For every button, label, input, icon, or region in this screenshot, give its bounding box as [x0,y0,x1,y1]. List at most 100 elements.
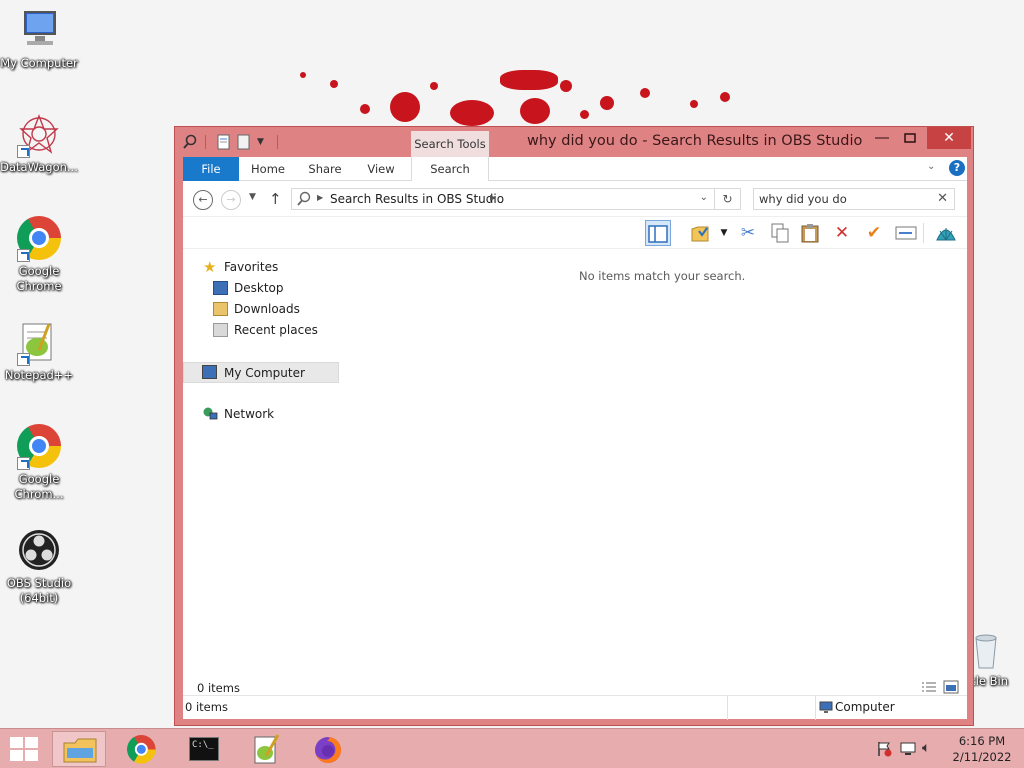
nav-item-network[interactable]: Network [183,404,339,425]
chrome-icon [17,424,61,470]
desktop-icon-label: Google Chrom... [14,472,64,501]
properties-icon[interactable] [217,134,231,150]
address-dropdown-chevron-icon[interactable]: ⌄ [700,192,708,203]
preview-pane-button[interactable] [645,220,671,246]
status-divider [815,696,816,720]
taskbar-chrome[interactable] [114,731,168,767]
taskbar-firefox[interactable] [300,731,354,767]
tab-view[interactable]: View [361,157,401,181]
select-options-icon[interactable] [687,220,713,246]
taskbar: C:\_ 🔈︎ 6:16 PM 2/11/2022 [0,728,1024,768]
window-title: why did you do - Search Results in OBS S… [527,133,863,149]
nav-label: Favorites [224,260,279,274]
delete-icon[interactable]: ✕ [829,220,855,246]
expand-ribbon-chevron-icon[interactable]: ⌄ [927,161,935,172]
obs-icon [17,528,61,572]
ribbon-tab-bar: File Home Share View Search ⌄ ? [183,157,967,181]
select-options-chevron-icon[interactable]: ▼ [711,220,737,246]
computer-icon [17,8,61,52]
quick-access-divider [205,135,206,149]
desktop-icon-label: Notepad++ [4,368,74,382]
network-tray-icon[interactable] [900,741,916,760]
desktop-icon-datawagon[interactable]: DataWagon... [0,112,78,175]
recent-locations-chevron-icon[interactable]: ▼ [249,192,256,202]
tab-file[interactable]: File [183,157,239,181]
nav-item-downloads[interactable]: Downloads [183,299,339,320]
nav-item-recent-places[interactable]: Recent places [183,320,339,341]
paste-icon[interactable] [797,220,823,246]
forward-button[interactable]: → [221,190,241,210]
back-button[interactable]: ← [193,190,213,210]
address-path: Search Results in OBS Studio [330,192,505,206]
nav-label: Desktop [234,281,284,295]
title-bar[interactable]: ▼ Search Tools why did you do - Search R… [175,127,973,157]
toolbar-divider [923,223,924,243]
clear-search-icon[interactable]: ✕ [937,191,948,206]
address-row: ← → ▼ ↑ ▶ Search Results in OBS Studio ▶… [183,181,967,217]
explorer-window: ▼ Search Tools why did you do - Search R… [174,126,974,726]
taskbar-file-explorer[interactable] [52,731,106,767]
search-results-icon [296,191,312,210]
empty-results-message: No items match your search. [579,269,746,283]
new-folder-icon[interactable] [237,134,251,150]
desktop-icon-notepad-plus-plus[interactable]: Notepad++ [0,320,78,383]
items-count: 0 items [197,681,240,695]
action-center-flag-icon[interactable] [876,741,892,760]
search-icon[interactable] [183,134,197,150]
tab-home[interactable]: Home [247,157,289,181]
nav-item-desktop[interactable]: Desktop [183,278,339,299]
desktop-icon-label: OBS Studio (64bit) [6,576,72,605]
start-button[interactable] [10,737,38,764]
shortcut-arrow-icon [17,145,30,158]
tab-share[interactable]: Share [303,157,347,181]
desktop-icon-label: Google Chrome [16,264,62,293]
status-bar: 0 items Computer [183,695,967,720]
desktop-icon-google-chrome[interactable]: Google Chrome [0,216,78,294]
up-arrow-button[interactable]: ↑ [269,190,282,208]
computer-icon [202,365,217,379]
rename-checkmark-icon[interactable]: ✔ [861,220,887,246]
taskbar-notepad-plus-plus[interactable] [238,731,292,767]
nav-item-my-computer[interactable]: My Computer [183,362,339,383]
computer-icon [819,701,833,717]
breadcrumb-chevron-icon[interactable]: ▶ [317,193,323,202]
volume-icon[interactable]: 🔈︎ [922,740,930,756]
search-box[interactable]: ✕ [753,188,955,210]
shell-icon[interactable] [933,220,959,246]
desktop-icon-my-computer[interactable]: My Computer [0,8,78,71]
customize-toolbar-chevron-icon[interactable]: ▼ [257,134,271,150]
cut-icon[interactable]: ✂ [735,220,761,246]
breadcrumb-chevron-icon[interactable]: ▶ [490,193,496,202]
chrome-icon [17,216,61,262]
navigation-pane: ★ Favorites Desktop Downloads Recent pla… [183,249,341,695]
refresh-button[interactable]: ↻ [715,188,741,210]
address-bar[interactable]: ▶ Search Results in OBS Studio ▶ ⌄ [291,188,715,210]
tab-search[interactable]: Search [411,157,489,181]
desktop-icon-obs-studio[interactable]: OBS Studio (64bit) [0,528,78,606]
network-icon [203,407,218,421]
nav-label: Recent places [234,323,318,337]
close-button[interactable]: ✕ [927,127,971,149]
desktop-icon-google-chrome-2[interactable]: Google Chrom... [0,424,78,502]
maximize-button[interactable] [895,127,925,149]
clock[interactable]: 6:16 PM 2/11/2022 [946,733,1018,765]
command-prompt-icon: C:\_ [189,737,219,761]
properties-icon[interactable] [893,220,919,246]
copy-icon[interactable] [767,220,793,246]
nav-item-favorites[interactable]: ★ Favorites [183,257,339,278]
desktop-icon [213,281,228,295]
status-location: Computer [835,700,895,714]
search-tools-context-tab: Search Tools [411,131,489,157]
shortcut-arrow-icon [17,249,30,262]
details-view-icon[interactable] [921,681,937,696]
nav-label: My Computer [224,366,305,380]
shortcut-arrow-icon [17,457,30,470]
file-explorer-icon [63,737,97,766]
quick-access-divider [277,135,278,149]
datawagon-icon [17,112,61,158]
notepad-plus-plus-icon [17,320,61,366]
help-icon[interactable]: ? [949,160,965,176]
taskbar-command-prompt[interactable]: C:\_ [176,731,230,767]
minimize-button[interactable]: ― [867,127,897,149]
search-input[interactable] [759,191,929,207]
